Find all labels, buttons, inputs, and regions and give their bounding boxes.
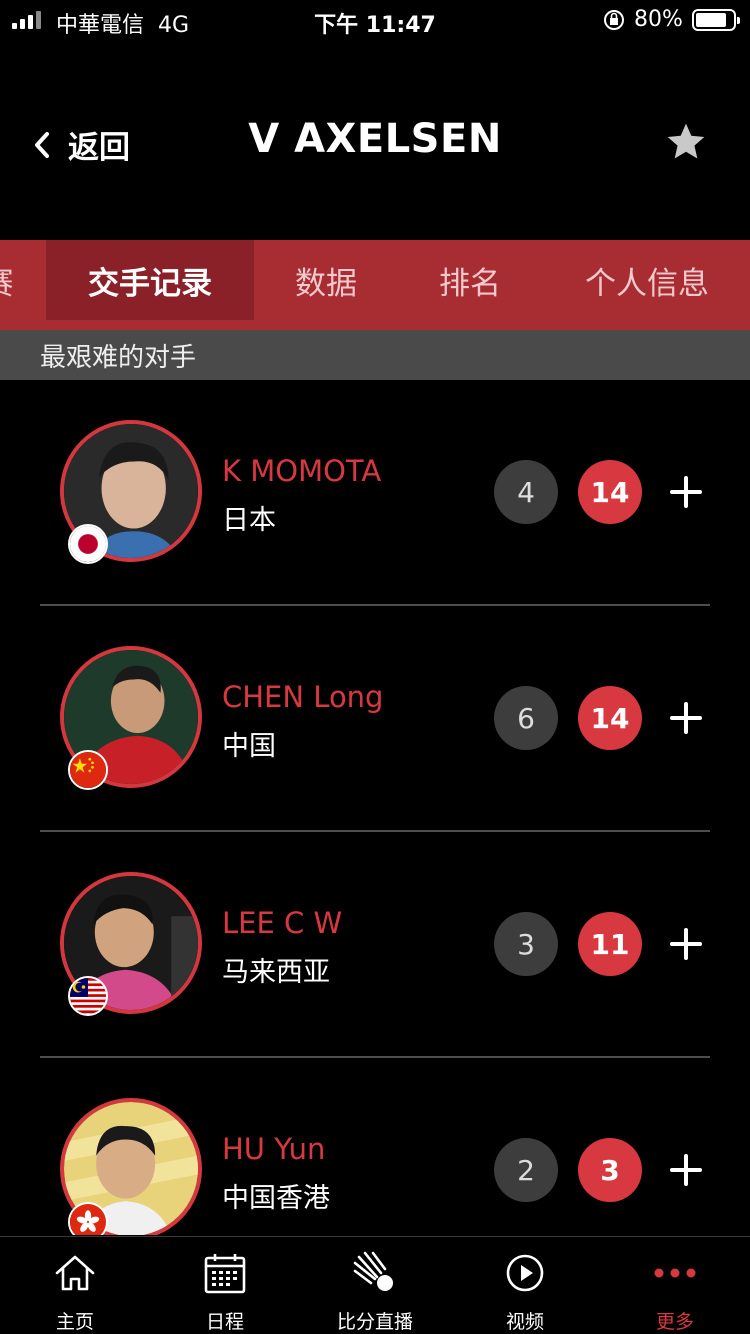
wins-badge: 6 bbox=[494, 686, 558, 750]
wins-badge: 3 bbox=[494, 912, 558, 976]
home-icon bbox=[55, 1255, 95, 1291]
opponent-country: 日本 bbox=[222, 505, 276, 536]
list-item[interactable]: HU Yun 中国香港 2 3 bbox=[0, 1058, 750, 1235]
shuttlecock-icon bbox=[353, 1251, 393, 1291]
wins-badge: 4 bbox=[494, 460, 558, 524]
battery-icon bbox=[692, 9, 740, 31]
rotation-lock-icon bbox=[604, 10, 624, 30]
list-item[interactable]: LEE C W 马来西亚 3 11 bbox=[0, 832, 750, 1058]
losses-badge: 11 bbox=[578, 912, 642, 976]
bottom-tab-home[interactable]: 主页 bbox=[0, 1237, 150, 1334]
losses-badge: 14 bbox=[578, 460, 642, 524]
wins-badge: 2 bbox=[494, 1138, 558, 1202]
tab-bar: 赛 交手记录 数据 排名 个人信息 bbox=[0, 240, 750, 330]
flag-hong-kong-icon bbox=[68, 1202, 108, 1235]
section-header: 最艰难的对手 bbox=[0, 330, 750, 380]
bottom-tab-label: 主页 bbox=[55, 1311, 94, 1333]
tab-stats[interactable]: 数据 bbox=[276, 240, 376, 320]
plus-icon[interactable] bbox=[666, 472, 706, 512]
opponent-country: 中国 bbox=[222, 731, 276, 762]
flag-malaysia-icon bbox=[68, 976, 108, 1016]
bottom-tab-label: 更多 bbox=[655, 1311, 694, 1333]
opponent-country: 中国香港 bbox=[222, 1183, 330, 1214]
plus-icon[interactable] bbox=[666, 924, 706, 964]
nav-bar: 返回 V AXELSEN bbox=[0, 80, 750, 200]
plus-icon[interactable] bbox=[666, 1150, 706, 1190]
tab-ranking[interactable]: 排名 bbox=[420, 240, 520, 320]
bottom-tab-live-scores[interactable]: 比分直播 bbox=[300, 1237, 450, 1334]
bottom-tab-label: 日程 bbox=[205, 1311, 244, 1333]
more-icon bbox=[654, 1268, 696, 1278]
flag-china-icon bbox=[68, 750, 108, 790]
bottom-tab-more[interactable]: 更多 bbox=[600, 1237, 750, 1334]
tab-head-to-head[interactable]: 交手记录 bbox=[46, 240, 254, 320]
tab-matches[interactable]: 赛 bbox=[0, 240, 18, 320]
opponent-name: CHEN Long bbox=[222, 680, 384, 714]
status-bar: 中華電信 4G 下午 11:47 80% bbox=[0, 0, 750, 40]
opponent-name: K MOMOTA bbox=[222, 454, 382, 488]
star-icon[interactable] bbox=[664, 120, 708, 164]
opponent-list: K MOMOTA 日本 4 14 CHEN Long 中国 6 14 LEE C… bbox=[0, 380, 750, 1235]
tab-profile[interactable]: 个人信息 bbox=[572, 240, 722, 320]
opponent-name: LEE C W bbox=[222, 906, 343, 940]
opponent-name: HU Yun bbox=[222, 1132, 326, 1166]
calendar-icon bbox=[204, 1254, 246, 1294]
list-item[interactable]: CHEN Long 中国 6 14 bbox=[0, 606, 750, 832]
page-title: V AXELSEN bbox=[248, 116, 502, 162]
bottom-tab-schedule[interactable]: 日程 bbox=[150, 1237, 300, 1334]
play-icon bbox=[506, 1254, 544, 1292]
bottom-tab-bar: 主页 日程 比分直播 视频 更多 bbox=[0, 1236, 750, 1334]
losses-badge: 3 bbox=[578, 1138, 642, 1202]
bottom-tab-label: 视频 bbox=[505, 1311, 544, 1333]
plus-icon[interactable] bbox=[666, 698, 706, 738]
flag-japan-icon bbox=[68, 524, 108, 564]
battery-percent: 80% bbox=[634, 7, 683, 32]
bottom-tab-label: 比分直播 bbox=[336, 1311, 413, 1333]
opponent-country: 马来西亚 bbox=[222, 957, 330, 988]
losses-badge: 14 bbox=[578, 686, 642, 750]
bottom-tab-video[interactable]: 视频 bbox=[450, 1237, 600, 1334]
list-item[interactable]: K MOMOTA 日本 4 14 bbox=[0, 380, 750, 606]
